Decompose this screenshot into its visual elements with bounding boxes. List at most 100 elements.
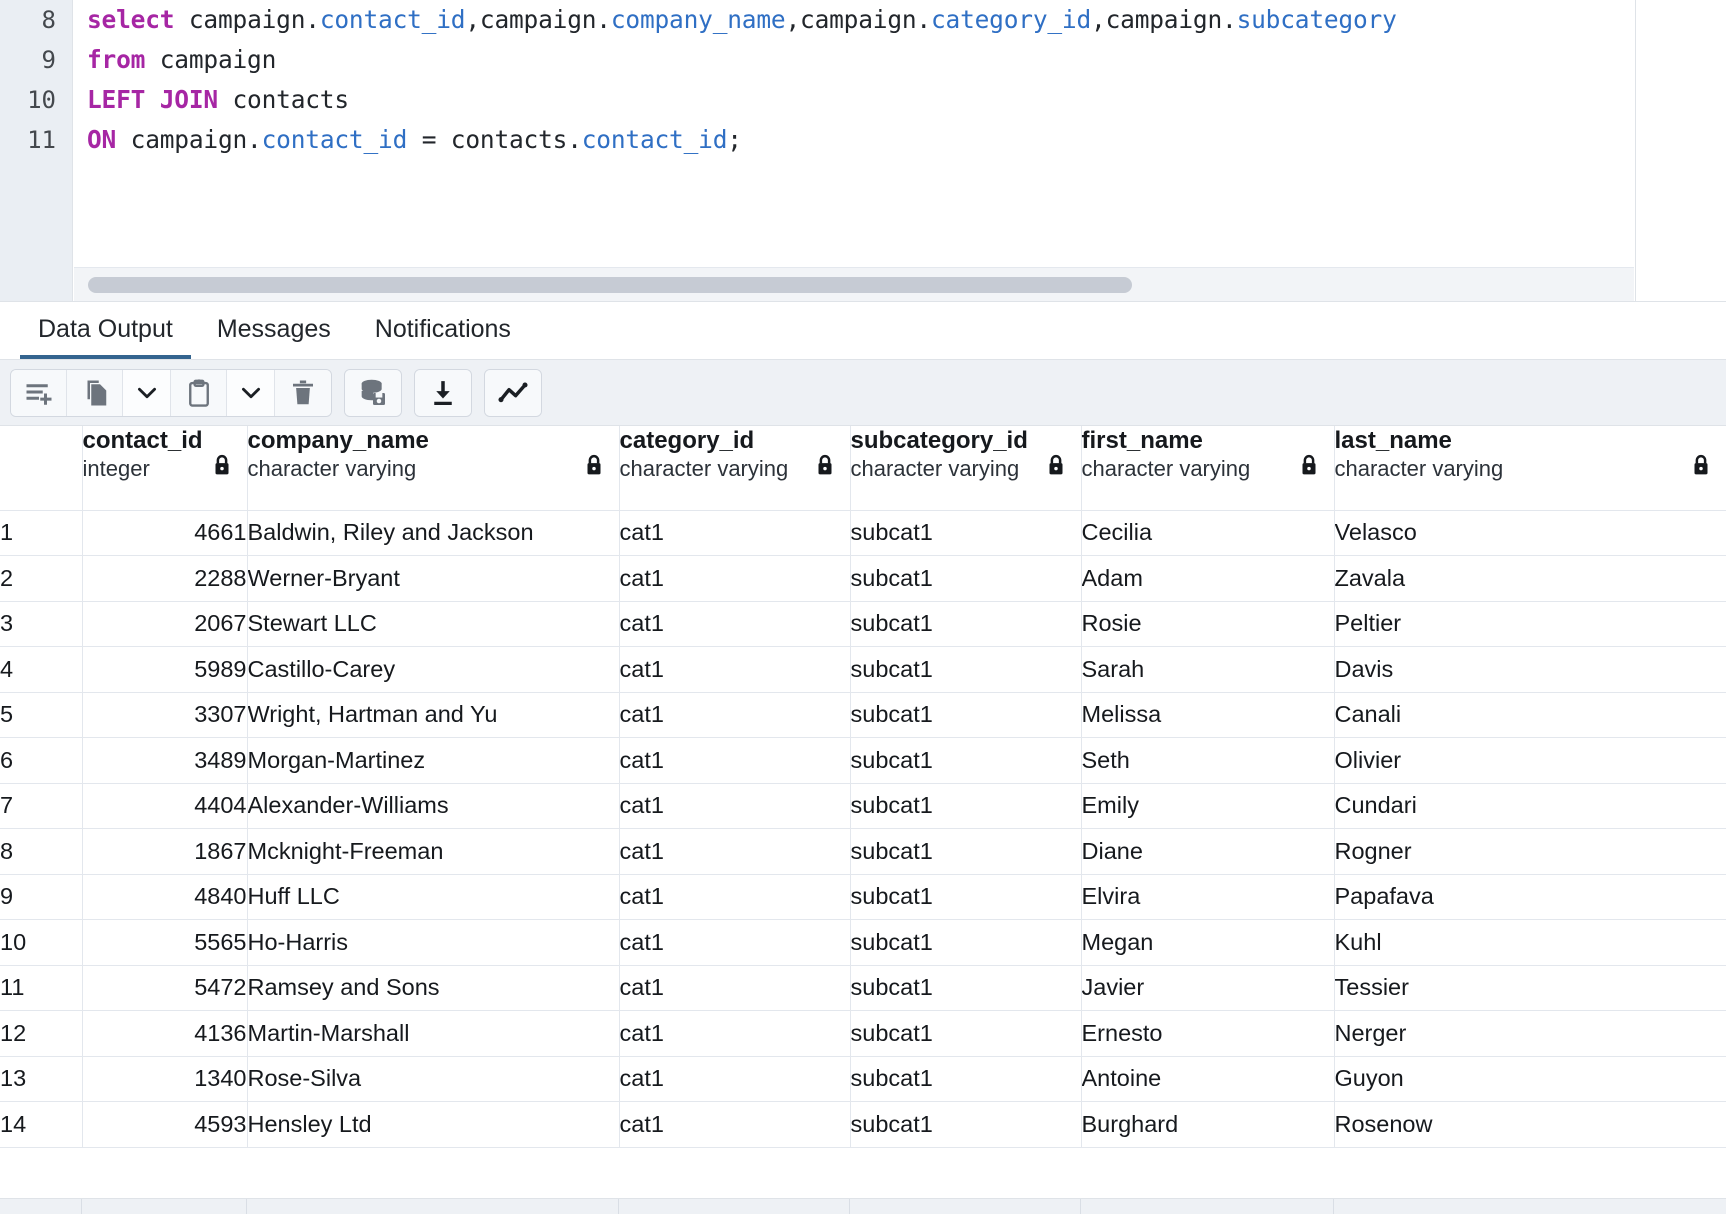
grid-horizontal-scrollbar[interactable] [0,1198,1726,1214]
table-row[interactable]: 8 1867 Mcknight-Freeman cat1 subcat1 Diane Rog… [0,828,1726,875]
cell-subcategory_id[interactable]: subcat1 [850,510,1082,556]
cell-subcategory_id[interactable]: subcat1 [850,601,1082,647]
cell-last_name[interactable]: Peltier [1334,601,1726,647]
editor-scrollbar-thumb[interactable] [88,277,1132,293]
add-row-button[interactable] [11,369,67,416]
graph-visualiser-button[interactable] [485,369,541,416]
cell-category_id[interactable]: cat1 [619,737,851,784]
cell-last_name[interactable]: Zavala [1334,555,1726,602]
code-line[interactable]: LEFT JOIN contacts [74,80,1635,120]
table-row[interactable]: 4 5989 Castillo-Carey cat1 subcat1 Sarah Davis [0,646,1726,693]
cell-category_id[interactable]: cat1 [619,919,851,966]
cell-contact_id[interactable]: 2067 [82,601,248,647]
cell-last_name[interactable]: Davis [1334,646,1726,693]
cell-contact_id[interactable]: 4593 [82,1101,248,1148]
cell-company_name[interactable]: Huff LLC [247,874,620,920]
cell-first_name[interactable]: Megan [1081,919,1335,966]
cell-category_id[interactable]: cat1 [619,510,851,556]
cell-company_name[interactable]: Wright, Hartman and Yu [247,692,620,738]
cell-subcategory_id[interactable]: subcat1 [850,555,1082,602]
cell-contact_id[interactable]: 1340 [82,1056,248,1102]
delete-row-button[interactable] [275,369,331,416]
cell-category_id[interactable]: cat1 [619,783,851,829]
table-row[interactable]: 3 2067 Stewart LLC cat1 subcat1 Rosie Peltier [0,601,1726,647]
cell-contact_id[interactable]: 5472 [82,965,248,1011]
cell-subcategory_id[interactable]: subcat1 [850,919,1082,966]
table-row[interactable]: 2 2288 Werner-Bryant cat1 subcat1 Adam Zavala [0,555,1726,602]
cell-company_name[interactable]: Hensley Ltd [247,1101,620,1148]
cell-category_id[interactable]: cat1 [619,1010,851,1057]
save-data-changes-button[interactable] [345,369,401,416]
cell-subcategory_id[interactable]: subcat1 [850,646,1082,693]
cell-last_name[interactable]: Rosenow [1334,1101,1726,1148]
table-row[interactable]: 5 3307 Wright, Hartman and Yu cat1 subcat1 Me… [0,692,1726,738]
cell-contact_id[interactable]: 4661 [82,510,248,556]
paste-options-button[interactable] [227,369,275,416]
cell-first_name[interactable]: Elvira [1081,874,1335,920]
tab-messages[interactable]: Messages [199,317,349,359]
code-line[interactable]: select campaign.contact_id,campaign.comp… [74,0,1635,40]
cell-contact_id[interactable]: 5565 [82,919,248,966]
column-header-last_name[interactable]: last_name character varying [1334,426,1726,511]
tab-data-output[interactable]: Data Output [20,317,191,359]
table-row[interactable]: 10 5565 Ho-Harris cat1 subcat1 Megan Kuhl [0,919,1726,966]
cell-company_name[interactable]: Ramsey and Sons [247,965,620,1011]
cell-first_name[interactable]: Sarah [1081,646,1335,693]
cell-subcategory_id[interactable]: subcat1 [850,965,1082,1011]
cell-company_name[interactable]: Mcknight-Freeman [247,828,620,875]
cell-company_name[interactable]: Werner-Bryant [247,555,620,602]
cell-last_name[interactable]: Nerger [1334,1010,1726,1057]
cell-last_name[interactable]: Kuhl [1334,919,1726,966]
cell-contact_id[interactable]: 4404 [82,783,248,829]
cell-subcategory_id[interactable]: subcat1 [850,783,1082,829]
cell-category_id[interactable]: cat1 [619,828,851,875]
cell-contact_id[interactable]: 1867 [82,828,248,875]
cell-subcategory_id[interactable]: subcat1 [850,874,1082,920]
table-row[interactable]: 9 4840 Huff LLC cat1 subcat1 Elvira Papafava [0,874,1726,920]
cell-company_name[interactable]: Alexander-Williams [247,783,620,829]
cell-contact_id[interactable]: 5989 [82,646,248,693]
cell-contact_id[interactable]: 4840 [82,874,248,920]
cell-contact_id[interactable]: 4136 [82,1010,248,1057]
cell-category_id[interactable]: cat1 [619,874,851,920]
column-header-first_name[interactable]: first_name character varying [1081,426,1335,511]
cell-company_name[interactable]: Ho-Harris [247,919,620,966]
cell-last_name[interactable]: Cundari [1334,783,1726,829]
cell-last_name[interactable]: Papafava [1334,874,1726,920]
cell-company_name[interactable]: Morgan-Martinez [247,737,620,784]
cell-first_name[interactable]: Seth [1081,737,1335,784]
column-header-company_name[interactable]: company_name character varying [247,426,620,511]
cell-company_name[interactable]: Martin-Marshall [247,1010,620,1057]
editor-horizontal-scrollbar[interactable] [74,267,1634,301]
column-header-category_id[interactable]: category_id character varying [619,426,851,511]
cell-contact_id[interactable]: 3307 [82,692,248,738]
cell-company_name[interactable]: Rose-Silva [247,1056,620,1102]
table-row[interactable]: 13 1340 Rose-Silva cat1 subcat1 Antoine Guyon [0,1056,1726,1102]
cell-first_name[interactable]: Rosie [1081,601,1335,647]
cell-first_name[interactable]: Burghard [1081,1101,1335,1148]
column-header-subcategory_id[interactable]: subcategory_id character varying [850,426,1082,511]
copy-options-button[interactable] [123,369,171,416]
cell-subcategory_id[interactable]: subcat1 [850,1101,1082,1148]
cell-subcategory_id[interactable]: subcat1 [850,692,1082,738]
column-header-contact_id[interactable]: contact_id integer [82,426,248,511]
table-row[interactable]: 14 4593 Hensley Ltd cat1 subcat1 Burghard Rose… [0,1101,1726,1148]
cell-first_name[interactable]: Javier [1081,965,1335,1011]
cell-last_name[interactable]: Olivier [1334,737,1726,784]
cell-contact_id[interactable]: 3489 [82,737,248,784]
download-results-button[interactable] [415,369,471,416]
cell-last_name[interactable]: Tessier [1334,965,1726,1011]
paste-button[interactable] [171,369,227,416]
table-row[interactable]: 7 4404 Alexander-Williams cat1 subcat1 Emily C… [0,783,1726,829]
data-output-grid[interactable]: contact_id integer company_name character v… [0,426,1726,1214]
cell-first_name[interactable]: Antoine [1081,1056,1335,1102]
table-row[interactable]: 6 3489 Morgan-Martinez cat1 subcat1 Seth Olivi… [0,737,1726,784]
cell-first_name[interactable]: Adam [1081,555,1335,602]
cell-first_name[interactable]: Cecilia [1081,510,1335,556]
cell-category_id[interactable]: cat1 [619,601,851,647]
cell-subcategory_id[interactable]: subcat1 [850,737,1082,784]
cell-subcategory_id[interactable]: subcat1 [850,1010,1082,1057]
table-row[interactable]: 12 4136 Martin-Marshall cat1 subcat1 Ernesto N… [0,1010,1726,1057]
cell-category_id[interactable]: cat1 [619,965,851,1011]
cell-first_name[interactable]: Melissa [1081,692,1335,738]
